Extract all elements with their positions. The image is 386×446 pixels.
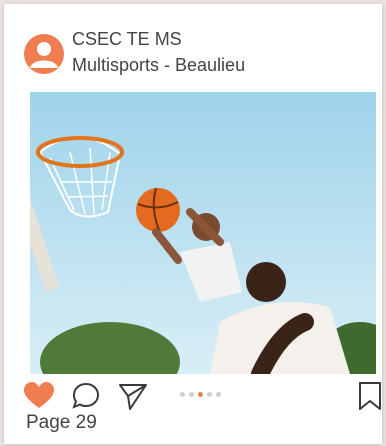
bookmark-icon[interactable] (358, 382, 382, 410)
post-subtitle: Multisports - Beaulieu (72, 55, 246, 75)
post-card: CSEC TE MS Multisports - Beaulieu Page 2… (4, 4, 382, 444)
post-photo[interactable] (30, 92, 376, 374)
carousel-dot[interactable] (216, 392, 221, 397)
account-info: CSEC TE MS Multisports - Beaulieu (72, 26, 245, 76)
carousel-dot[interactable] (207, 392, 212, 397)
carousel-dot[interactable] (189, 392, 194, 397)
basketball-photo (30, 92, 376, 374)
carousel-dot-active[interactable] (198, 392, 203, 397)
post-actions (24, 382, 382, 412)
carousel-dot[interactable] (180, 392, 185, 397)
comment-bubble-icon[interactable] (72, 382, 100, 410)
carousel-indicator[interactable] (180, 392, 221, 397)
user-avatar-icon[interactable] (24, 34, 64, 74)
send-paper-plane-icon[interactable] (118, 382, 148, 410)
page-label: Page 29 (26, 412, 97, 433)
account-name[interactable]: CSEC TE MS (72, 28, 245, 50)
post-header: CSEC TE MS Multisports - Beaulieu (24, 26, 245, 78)
heart-icon[interactable] (24, 382, 54, 410)
